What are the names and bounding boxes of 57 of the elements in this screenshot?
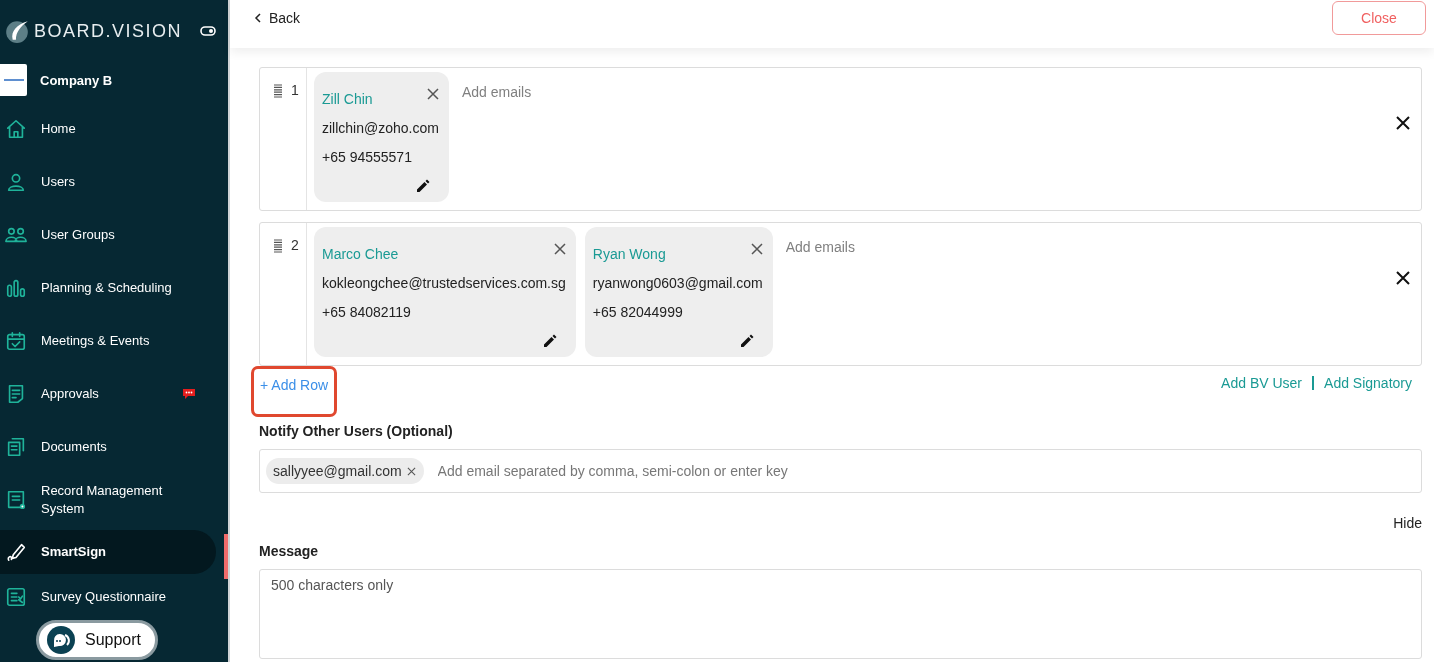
nav-item[interactable]: Record Management System bbox=[0, 473, 216, 526]
chat-icon bbox=[47, 626, 75, 654]
back-link[interactable]: Back bbox=[254, 10, 301, 26]
nav-item[interactable]: Survey Questionnaire bbox=[0, 579, 216, 615]
message-field[interactable]: 500 characters only bbox=[259, 569, 1422, 659]
nav-item[interactable]: Planning & Scheduling bbox=[0, 261, 216, 314]
signer-email: kokleongchee@trustedservices.com.sg bbox=[322, 275, 566, 291]
signer-name: Marco Chee bbox=[322, 246, 399, 262]
company-logo bbox=[0, 64, 27, 96]
signer-name: Zill Chin bbox=[322, 91, 373, 107]
pencil-icon[interactable] bbox=[414, 178, 431, 194]
pencil-icon[interactable] bbox=[738, 333, 755, 349]
field-label: Notify Other Users (Optional) bbox=[259, 423, 454, 439]
remove-icon[interactable] bbox=[1396, 116, 1410, 130]
drag-handle-icon[interactable] bbox=[273, 84, 283, 98]
chevron-icon bbox=[254, 12, 262, 24]
signer-phone: +65 82044999 bbox=[592, 304, 684, 320]
nav-item[interactable]: Approvals bbox=[0, 367, 216, 420]
nav-item[interactable]: User Groups bbox=[0, 208, 216, 261]
signer-email: zillchin@zoho.com bbox=[322, 120, 439, 136]
close-icon[interactable] bbox=[553, 243, 566, 255]
action-link[interactable]: Add Signatory bbox=[1324, 375, 1412, 391]
email-chip: sallyyee@gmail.com bbox=[266, 458, 424, 484]
row-number: 1 bbox=[291, 82, 299, 100]
signer-phone: +65 94555571 bbox=[322, 149, 413, 165]
signer-email: ryanwong0603@gmail.com bbox=[592, 275, 763, 291]
action-link[interactable]: Add BV User bbox=[1221, 375, 1303, 391]
signer-name: Ryan Wong bbox=[592, 246, 666, 262]
company-name[interactable]: Company B bbox=[40, 72, 113, 88]
close-icon[interactable] bbox=[406, 466, 416, 476]
pen-icon bbox=[5, 541, 27, 563]
nav-item[interactable]: Users bbox=[0, 155, 216, 208]
signer-phone: +65 84082119 bbox=[322, 304, 412, 320]
documents-icon bbox=[5, 435, 27, 458]
field-label: Message bbox=[259, 543, 320, 559]
row-number: 2 bbox=[291, 237, 299, 255]
close-icon[interactable] bbox=[750, 243, 763, 255]
calendar-icon bbox=[5, 329, 27, 352]
hide-link[interactable]: Hide bbox=[1393, 515, 1422, 531]
support-button[interactable]: Support bbox=[36, 620, 158, 660]
nav-item[interactable]: SmartSign bbox=[0, 530, 216, 574]
house-icon bbox=[5, 117, 27, 140]
remove-icon[interactable] bbox=[1396, 271, 1410, 285]
nav-item[interactable]: Meetings & Events bbox=[0, 314, 216, 367]
email-input[interactable]: Add emails bbox=[781, 227, 990, 267]
close-icon[interactable] bbox=[426, 88, 439, 100]
nav-item[interactable]: Home bbox=[0, 102, 216, 155]
logo-icon bbox=[4, 18, 30, 44]
toggle-icon[interactable] bbox=[200, 26, 216, 36]
drag-handle-icon[interactable] bbox=[273, 239, 283, 253]
nav-item[interactable]: Documents bbox=[0, 420, 216, 473]
checklist-icon bbox=[5, 586, 27, 608]
email-input[interactable]: Add emails bbox=[457, 72, 666, 112]
pencil-icon[interactable] bbox=[541, 333, 558, 349]
record-icon bbox=[5, 488, 27, 511]
brand-name: BOARD.VISION bbox=[34, 20, 184, 42]
notify-field[interactable]: sallyyee@gmail.com Add email separated by comma, semi-colon or enter key bbox=[259, 449, 1422, 493]
